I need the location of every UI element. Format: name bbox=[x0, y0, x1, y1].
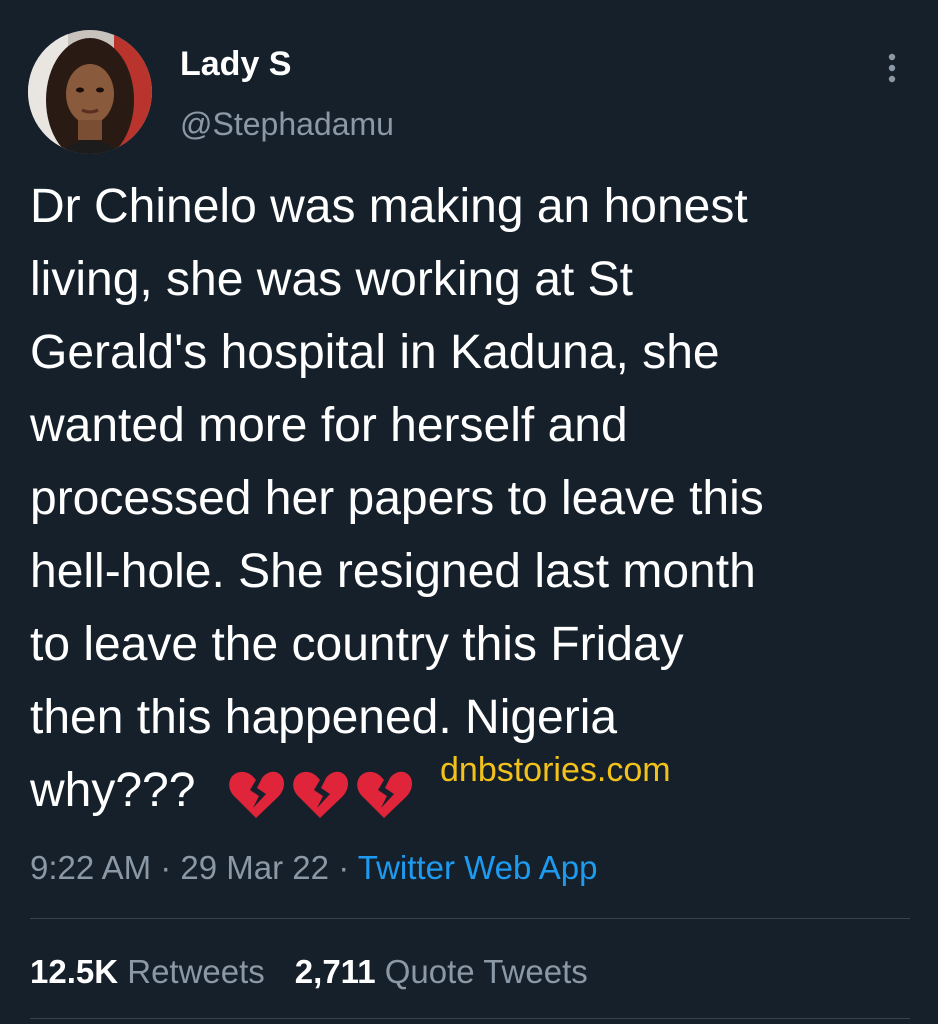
display-name[interactable]: Lady S bbox=[180, 44, 291, 84]
quote-tweets-count: 2,711 bbox=[294, 953, 376, 990]
quote-tweets-stat[interactable]: 2,711 Quote Tweets bbox=[295, 953, 588, 990]
meta-separator: · bbox=[160, 849, 172, 886]
tweet-stats: 12.5K Retweets 2,711 Quote Tweets bbox=[30, 950, 588, 994]
more-vertical-icon[interactable] bbox=[872, 48, 912, 88]
tweet-time[interactable]: 9:22 AM bbox=[30, 849, 151, 886]
broken-heart-icon bbox=[290, 764, 350, 824]
meta-separator: · bbox=[338, 849, 350, 886]
tweet-meta: 9:22 AM · 29 Mar 22 · Twitter Web App bbox=[30, 848, 597, 888]
retweets-count: 12.5K bbox=[30, 953, 119, 990]
divider bbox=[30, 918, 910, 919]
quote-tweets-label: Quote Tweets bbox=[384, 953, 588, 990]
broken-heart-icon bbox=[354, 764, 414, 824]
avatar[interactable] bbox=[28, 30, 152, 154]
emoji-group bbox=[226, 764, 414, 824]
divider bbox=[30, 1018, 910, 1019]
broken-heart-icon bbox=[226, 764, 286, 824]
user-handle[interactable]: @Stephadamu bbox=[180, 104, 394, 144]
tweet-date[interactable]: 29 Mar 22 bbox=[180, 849, 329, 886]
tweet-text: Dr Chinelo was making an honest living, … bbox=[30, 180, 764, 817]
avatar-image bbox=[28, 30, 152, 154]
tweet-source-link[interactable]: Twitter Web App bbox=[358, 849, 598, 886]
tweet-card: Lady S @Stephadamu Dr Chinelo was making… bbox=[0, 0, 938, 1024]
retweets-stat[interactable]: 12.5K Retweets bbox=[30, 953, 265, 990]
watermark: dnbstories.com bbox=[440, 751, 671, 789]
retweets-label: Retweets bbox=[127, 953, 265, 990]
